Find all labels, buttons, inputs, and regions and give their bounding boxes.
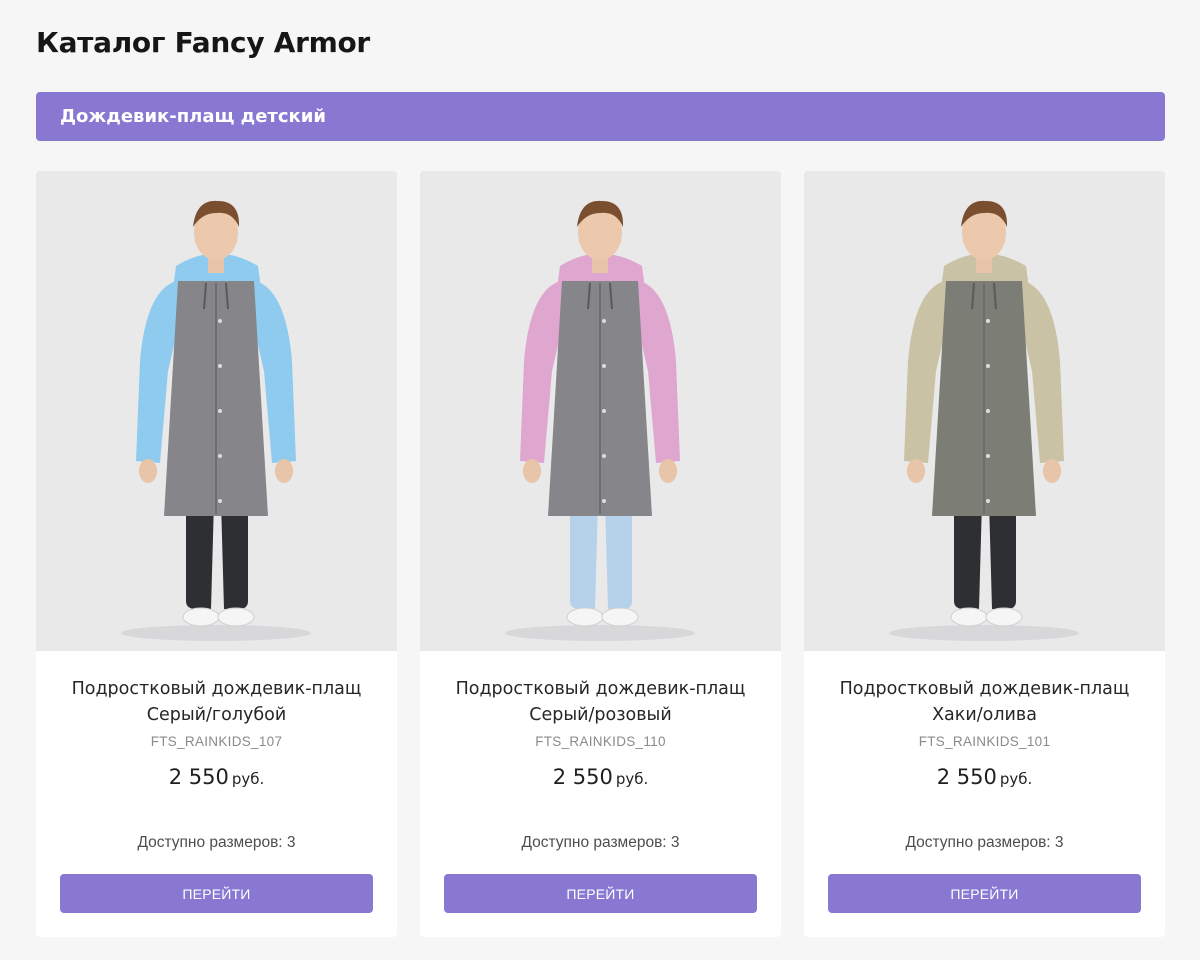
page-title: Каталог Fancy Armor <box>36 26 370 59</box>
category-header[interactable]: Дождевик-плащ детский <box>36 92 1165 141</box>
product-card[interactable]: Подростковый дождевик-плащ Серый/розовый… <box>420 171 781 937</box>
product-price: 2 550 руб. <box>804 765 1165 789</box>
sizes-available: Доступно размеров: 3 <box>521 834 680 851</box>
product-price: 2 550 руб. <box>420 765 781 789</box>
go-button[interactable]: ПЕРЕЙТИ <box>828 874 1141 913</box>
product-image[interactable] <box>36 171 397 651</box>
product-name[interactable]: Подростковый дождевик-плащ Серый/розовый <box>420 676 781 728</box>
product-image[interactable] <box>420 171 781 651</box>
product-name[interactable]: Подростковый дождевик-плащ Хаки/олива <box>804 676 1165 728</box>
product-name-line2: Хаки/олива <box>932 705 1037 725</box>
product-name-line2: Серый/голубой <box>146 705 287 725</box>
product-price: 2 550 руб. <box>36 765 397 789</box>
product-sku: FTS_RAINKIDS_107 <box>150 734 283 749</box>
product-sku: FTS_RAINKIDS_101 <box>918 734 1051 749</box>
product-name-line1: Подростковый дождевик-плащ <box>455 679 746 699</box>
product-sku: FTS_RAINKIDS_110 <box>535 734 666 749</box>
category-label: Дождевик-плащ детский <box>60 106 326 127</box>
go-button[interactable]: ПЕРЕЙТИ <box>60 874 373 913</box>
product-card[interactable]: Подростковый дождевик-плащ Серый/голубой… <box>36 171 397 937</box>
price-value: 2 550 <box>168 765 229 789</box>
product-image[interactable] <box>804 171 1165 651</box>
price-value: 2 550 <box>552 765 613 789</box>
price-currency: руб. <box>999 770 1033 788</box>
sizes-available: Доступно размеров: 3 <box>905 834 1064 851</box>
product-name-line1: Подростковый дождевик-плащ <box>71 679 362 699</box>
product-grid: Подростковый дождевик-плащ Серый/голубой… <box>36 171 1165 937</box>
price-value: 2 550 <box>936 765 997 789</box>
product-name-line2: Серый/розовый <box>529 705 672 725</box>
sizes-available: Доступно размеров: 3 <box>137 834 296 851</box>
go-button[interactable]: ПЕРЕЙТИ <box>444 874 757 913</box>
product-name-line1: Подростковый дождевик-плащ <box>839 679 1130 699</box>
product-card[interactable]: Подростковый дождевик-плащ Хаки/олива FT… <box>804 171 1165 937</box>
price-currency: руб. <box>231 770 265 788</box>
price-currency: руб. <box>615 770 649 788</box>
product-name[interactable]: Подростковый дождевик-плащ Серый/голубой <box>36 676 397 728</box>
